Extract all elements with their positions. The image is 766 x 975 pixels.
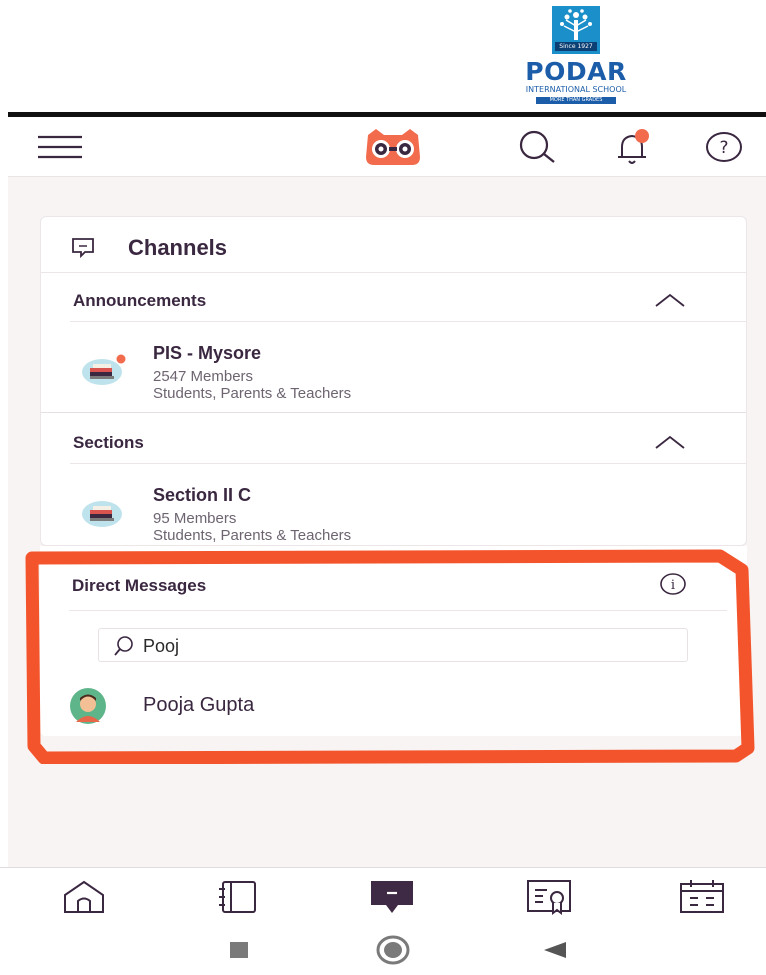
recents-button[interactable] <box>219 935 259 965</box>
bottom-tab-bar <box>0 867 766 925</box>
main-content: Channels Announcements PIS - Mysore 2547… <box>8 177 766 867</box>
brand-tagline: MORE THAN GRADES <box>536 97 616 104</box>
channel-item-pis-mysore[interactable]: PIS - Mysore 2547 Members Students, Pare… <box>41 325 746 415</box>
info-icon[interactable]: i <box>659 572 687 596</box>
since-label: Since 1927 <box>555 42 597 51</box>
channel-members: 95 Members <box>153 510 237 527</box>
dm-result-pooja-gupta[interactable]: Pooja Gupta <box>70 686 670 726</box>
chat-bubble-icon <box>71 237 95 264</box>
school-logo-area: Since 1927 PODAR INTERNATIONAL SCHOOL MO… <box>0 0 766 112</box>
channel-avatar-icon <box>80 496 128 528</box>
notification-bell-icon[interactable] <box>606 117 658 177</box>
podar-logo: Since 1927 PODAR INTERNATIONAL SCHOOL MO… <box>510 6 642 108</box>
home-icon[interactable] <box>58 876 110 918</box>
section-divider <box>70 321 746 322</box>
chevron-up-icon[interactable] <box>654 433 686 451</box>
section-divider <box>41 412 746 413</box>
channel-audience: Students, Parents & Teachers <box>153 527 352 544</box>
search-icon[interactable] <box>508 117 564 177</box>
search-icon <box>113 635 135 657</box>
announcements-section-header[interactable]: Announcements <box>41 275 746 325</box>
dm-search-box[interactable] <box>98 628 688 662</box>
channel-audience: Students, Parents & Teachers <box>153 385 352 402</box>
channel-name: PIS - Mysore <box>153 343 262 363</box>
home-button[interactable] <box>373 935 413 965</box>
section-divider <box>69 610 727 611</box>
owl-logo-icon[interactable] <box>358 117 428 177</box>
calendar-icon[interactable] <box>676 876 728 918</box>
channels-card: Channels Announcements PIS - Mysore 2547… <box>40 216 747 546</box>
channel-item-section-ii-c[interactable]: Section II C 95 Members Students, Parent… <box>41 467 746 557</box>
back-button[interactable] <box>535 935 575 965</box>
app-header: ? <box>8 117 766 177</box>
channel-members: 2547 Members <box>153 368 254 385</box>
direct-messages-card: Direct Messages i Pooja Gupta <box>40 546 747 736</box>
brand-name: PODAR <box>525 57 627 86</box>
tree-emblem-icon: Since 1927 <box>552 6 600 54</box>
chevron-up-icon[interactable] <box>654 291 686 309</box>
hamburger-menu-icon[interactable] <box>32 117 88 177</box>
notebook-icon[interactable] <box>212 876 264 918</box>
section-divider <box>70 463 746 464</box>
svg-text:i: i <box>671 578 675 593</box>
channel-name: Section II C <box>153 485 252 505</box>
announcements-label: Announcements <box>73 291 207 310</box>
system-navigation-bar <box>0 925 766 975</box>
certificate-icon[interactable] <box>523 876 575 918</box>
channel-avatar-icon <box>80 354 128 386</box>
dm-search-input[interactable] <box>143 633 673 659</box>
help-icon[interactable]: ? <box>698 117 750 177</box>
direct-messages-label: Direct Messages <box>72 576 207 595</box>
user-name: Pooja Gupta <box>143 694 255 716</box>
messages-icon[interactable] <box>366 876 418 918</box>
channels-title: Channels <box>128 235 228 260</box>
user-avatar <box>70 688 106 724</box>
svg-text:?: ? <box>719 138 728 158</box>
sections-section-header[interactable]: Sections <box>41 417 746 467</box>
school-name: INTERNATIONAL SCHOOL <box>525 85 627 94</box>
channels-header: Channels <box>41 217 746 273</box>
sections-label: Sections <box>73 433 144 452</box>
